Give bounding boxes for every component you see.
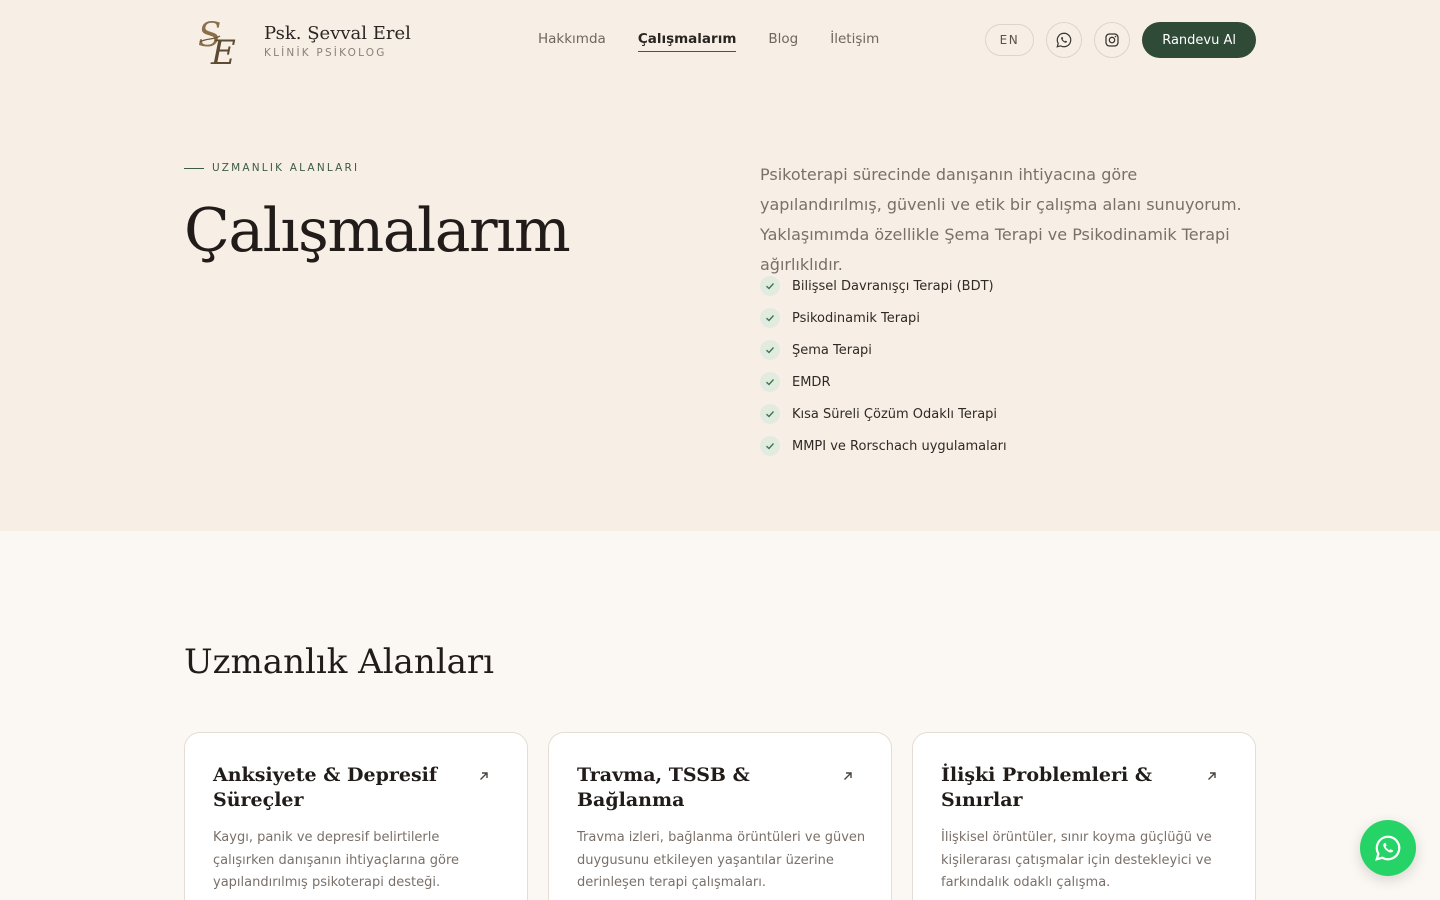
specialty-card-anxiety[interactable]: Anksiyete & Depresif Süreçler Kaygı, pan… bbox=[184, 732, 528, 900]
appointment-button[interactable]: Randevu Al bbox=[1142, 22, 1256, 58]
header-actions: EN Randevu Al bbox=[984, 22, 1256, 58]
hero-description: Psikoterapi sürecinde danışanın ihtiyacı… bbox=[760, 165, 1242, 274]
check-icon bbox=[760, 308, 780, 328]
nav-item-hakkimda[interactable]: Hakkımda bbox=[538, 31, 606, 52]
whatsapp-icon bbox=[1375, 835, 1401, 861]
list-item: EMDR bbox=[760, 366, 1007, 398]
list-item-label: EMDR bbox=[792, 374, 831, 390]
whatsapp-floating-button[interactable] bbox=[1360, 820, 1416, 876]
card-text: Kaygı, panik ve depresif belirtilerle ça… bbox=[213, 830, 460, 890]
list-item-label: Bilişsel Davranışçı Terapi (BDT) bbox=[792, 278, 994, 294]
check-icon bbox=[760, 276, 780, 296]
whatsapp-button[interactable] bbox=[1046, 22, 1083, 58]
specialty-card-relationships[interactable]: İlişki Problemleri & Sınırlar İlişkisel … bbox=[912, 732, 1256, 900]
check-icon bbox=[760, 340, 780, 360]
logo-icon: S E bbox=[198, 15, 236, 70]
list-item-label: Kısa Süreli Çözüm Odaklı Terapi bbox=[792, 406, 998, 422]
nav-item-blog[interactable]: Blog bbox=[768, 31, 798, 52]
page-title: Çalışmalarım bbox=[184, 196, 571, 266]
list-item: Psikodinamik Terapi bbox=[760, 302, 1007, 334]
specialty-cards: Anksiyete & Depresif Süreçler Kaygı, pan… bbox=[184, 732, 1276, 900]
card-text: İlişkisel örüntüler, sınır koyma güçlüğü… bbox=[941, 830, 1212, 890]
eyebrow-line bbox=[184, 167, 204, 169]
eyebrow: UZMANLIK ALANLARI bbox=[184, 162, 359, 174]
list-item: Şema Terapi bbox=[760, 334, 1007, 366]
arrow-up-right-icon bbox=[844, 772, 852, 780]
list-item: Kısa Süreli Çözüm Odaklı Terapi bbox=[760, 398, 1007, 430]
list-item: Bilişsel Davranışçı Terapi (BDT) bbox=[760, 270, 1007, 302]
specialty-card-trauma[interactable]: Travma, TSSB & Bağlanma Travma izleri, b… bbox=[548, 732, 892, 900]
list-item-label: MMPI ve Rorschach uygulamaları bbox=[792, 438, 1007, 454]
nav-item-iletisim[interactable]: İletişim bbox=[830, 31, 879, 52]
whatsapp-icon bbox=[1056, 32, 1072, 48]
check-icon bbox=[760, 372, 780, 392]
list-item-label: Şema Terapi bbox=[792, 342, 872, 358]
card-title: İlişki Problemleri & Sınırlar bbox=[941, 764, 1152, 811]
language-button[interactable]: EN bbox=[984, 24, 1035, 56]
nav-item-calismalarim[interactable]: Çalışmalarım bbox=[637, 31, 737, 52]
list-item-label: Psikodinamik Terapi bbox=[792, 310, 920, 326]
check-icon bbox=[760, 436, 780, 456]
brand-subtitle: KLİNİK PSİKOLOG bbox=[264, 47, 387, 59]
list-item: MMPI ve Rorschach uygulamaları bbox=[760, 430, 1007, 462]
instagram-icon bbox=[1105, 33, 1119, 47]
brand[interactable]: S E Psk. Şevval Erel KLİNİK PSİKOLOG bbox=[196, 12, 411, 70]
brand-name: Psk. Şevval Erel bbox=[264, 23, 411, 44]
instagram-button[interactable] bbox=[1094, 22, 1131, 58]
card-title: Travma, TSSB & Bağlanma bbox=[577, 764, 750, 811]
section-title: Uzmanlık Alanları bbox=[184, 642, 495, 682]
arrow-up-right-icon bbox=[1208, 772, 1216, 780]
eyebrow-text: UZMANLIK ALANLARI bbox=[212, 162, 360, 174]
card-title: Anksiyete & Depresif Süreçler bbox=[213, 764, 438, 811]
main-nav: Hakkımda Çalışmalarım Blog İletişim bbox=[538, 31, 911, 52]
therapy-methods-list: Bilişsel Davranışçı Terapi (BDT) Psikodi… bbox=[760, 270, 1007, 462]
check-icon bbox=[760, 404, 780, 424]
card-text: Travma izleri, bağlanma örüntüleri ve gü… bbox=[577, 830, 866, 890]
arrow-up-right-icon bbox=[480, 772, 488, 780]
